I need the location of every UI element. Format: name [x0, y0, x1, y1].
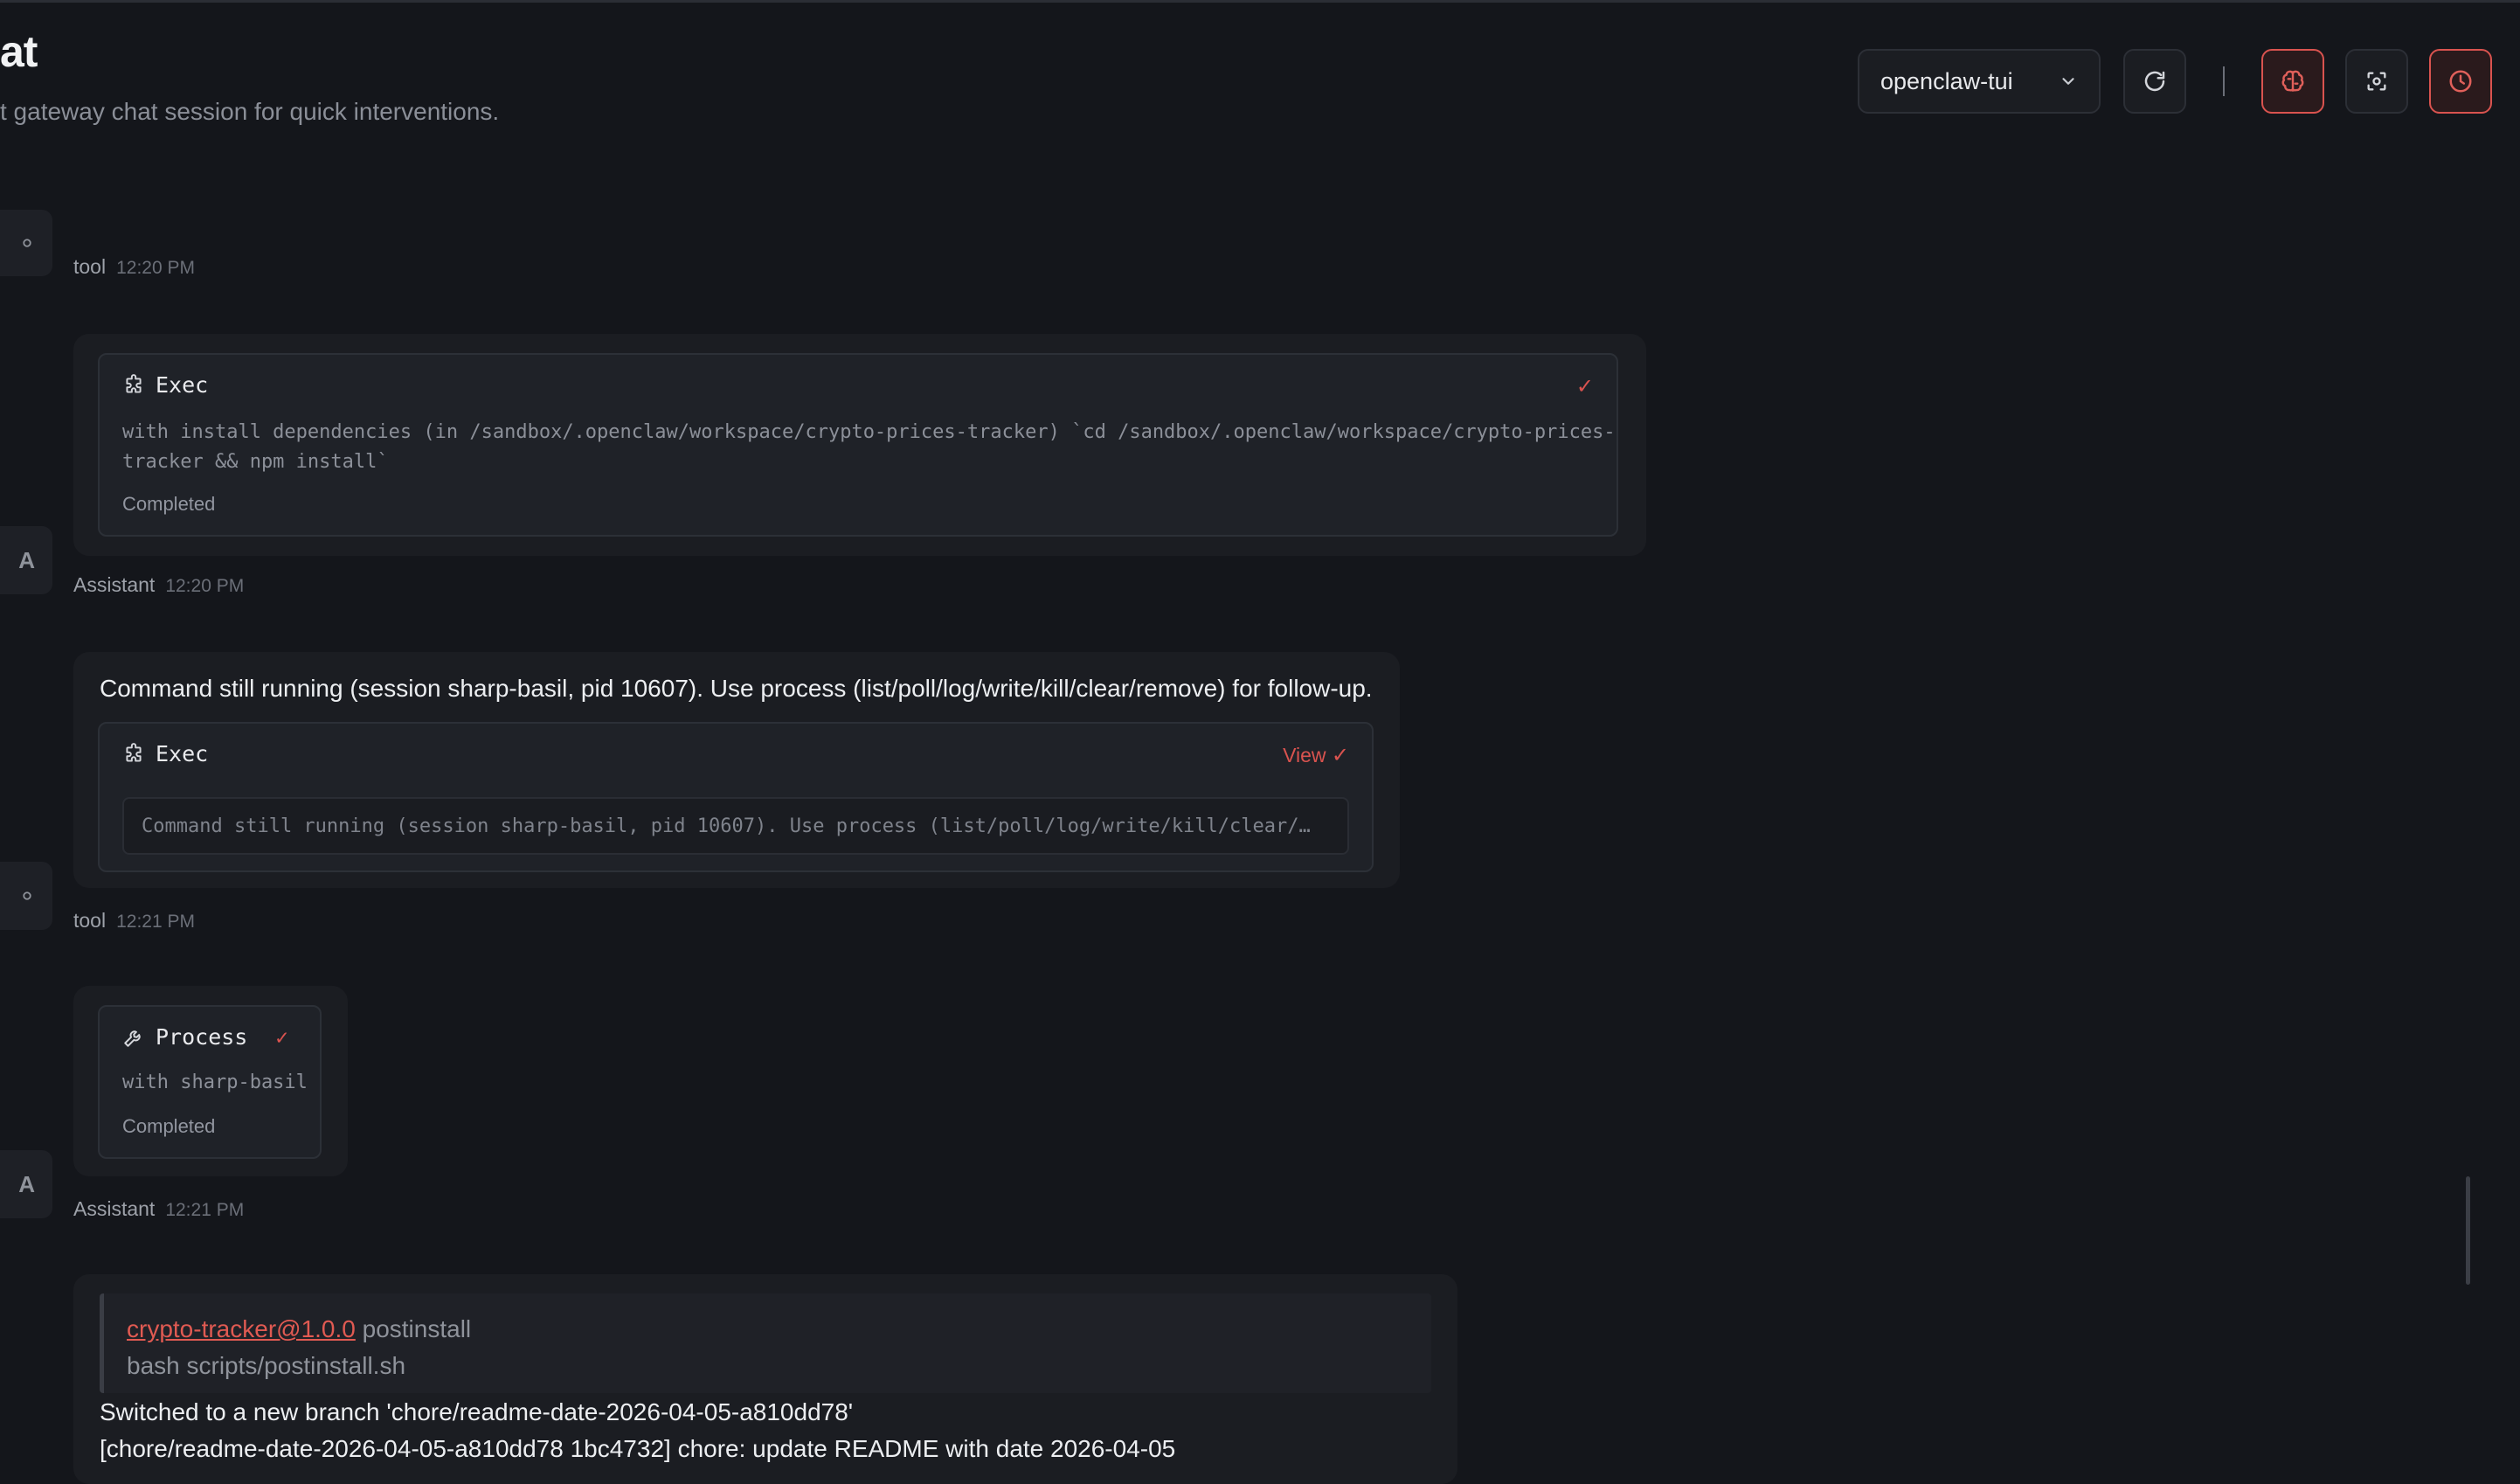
tool-card-command: with sharp-basil [122, 1071, 308, 1093]
puzzle-icon [126, 373, 142, 393]
message-text: [chore/readme-date-2026-04-05-a810dd78 1… [100, 1435, 1176, 1462]
assistant-message-bubble: crypto-tracker@1.0.0 postinstall bash sc… [73, 1274, 1457, 1484]
tool-card-status: Completed [122, 1115, 216, 1137]
tool-card-command: with install dependencies (in /sandbox/.… [122, 421, 1616, 443]
wrench-icon [124, 1030, 141, 1047]
message-text: Command still running (session sharp-bas… [100, 675, 1373, 702]
tool-avatar [0, 862, 52, 930]
thinking-toggle-button[interactable] [2261, 49, 2324, 114]
gear-icon [23, 891, 31, 900]
blockquote: crypto-tracker@1.0.0 postinstall bash sc… [100, 1293, 1431, 1393]
top-divider [0, 0, 2520, 3]
tool-output-preview[interactable]: Command still running (session sharp-bas… [122, 797, 1349, 855]
chevron-down-icon [2062, 78, 2074, 85]
refresh-button[interactable] [2123, 49, 2186, 114]
focus-icon [2367, 72, 2386, 91]
message-meta: Assistant 12:21 PM [73, 1197, 244, 1221]
tool-message-bubble: Process ✓ with sharp-basil Completed [73, 986, 348, 1176]
refresh-icon [2144, 71, 2165, 92]
tool-card[interactable]: Exec ✓ with install dependencies (in /sa… [98, 353, 1618, 537]
clock-icon [2449, 70, 2472, 93]
tool-card-command-cont: tracker && npm install` [122, 451, 389, 473]
assistant-avatar: A [0, 526, 52, 594]
assistant-message-bubble: Command still running (session sharp-bas… [73, 652, 1400, 888]
brain-icon [2281, 70, 2304, 92]
gear-icon [23, 239, 31, 247]
page-subtitle: t gateway chat session for quick interve… [0, 98, 500, 125]
view-button[interactable]: View ✓ [1283, 743, 1349, 768]
message-role: Assistant [73, 1197, 156, 1220]
message-role: tool [73, 255, 107, 278]
tool-card-status: Completed [122, 493, 216, 515]
focus-mode-button[interactable] [2345, 49, 2408, 114]
tool-card-title: Exec [156, 741, 209, 766]
message-meta: tool 12:21 PM [73, 909, 195, 933]
scrollbar-thumb[interactable] [2466, 1176, 2470, 1285]
session-select-value: openclaw-tui [1880, 67, 2013, 94]
puzzle-icon [126, 742, 142, 762]
tool-avatar [0, 210, 52, 276]
tool-card-title: Process [156, 1024, 248, 1050]
message-role: Assistant [73, 573, 156, 596]
message-time: 12:21 PM [116, 912, 195, 932]
message-time: 12:21 PM [165, 1200, 245, 1220]
tool-card-title: Exec [156, 372, 209, 398]
message-text: Switched to a new branch 'chore/readme-d… [100, 1398, 854, 1425]
tool-card[interactable]: Exec View ✓ Command still running (sessi… [98, 722, 1374, 872]
quote-line: bash scripts/postinstall.sh [127, 1352, 406, 1379]
message-meta: Assistant 12:20 PM [73, 573, 244, 597]
toolbar-separator [2223, 66, 2225, 96]
check-icon: ✓ [275, 1024, 288, 1050]
message-time: 12:20 PM [165, 576, 245, 596]
view-label: View [1283, 744, 1326, 766]
history-button[interactable] [2429, 49, 2492, 114]
tool-message-bubble: Exec ✓ with install dependencies (in /sa… [73, 334, 1646, 556]
package-link[interactable]: crypto-tracker@1.0.0 [127, 1315, 356, 1342]
session-select[interactable]: openclaw-tui [1858, 49, 2101, 114]
check-icon: ✓ [1331, 744, 1349, 767]
message-meta: tool 12:20 PM [73, 255, 195, 279]
message-role: tool [73, 909, 107, 932]
page-title: at [0, 27, 38, 76]
assistant-avatar: A [0, 1150, 52, 1218]
tool-card[interactable]: Process ✓ with sharp-basil Completed [98, 1005, 322, 1159]
check-icon: ✓ [1575, 375, 1594, 399]
message-time: 12:20 PM [116, 258, 195, 278]
